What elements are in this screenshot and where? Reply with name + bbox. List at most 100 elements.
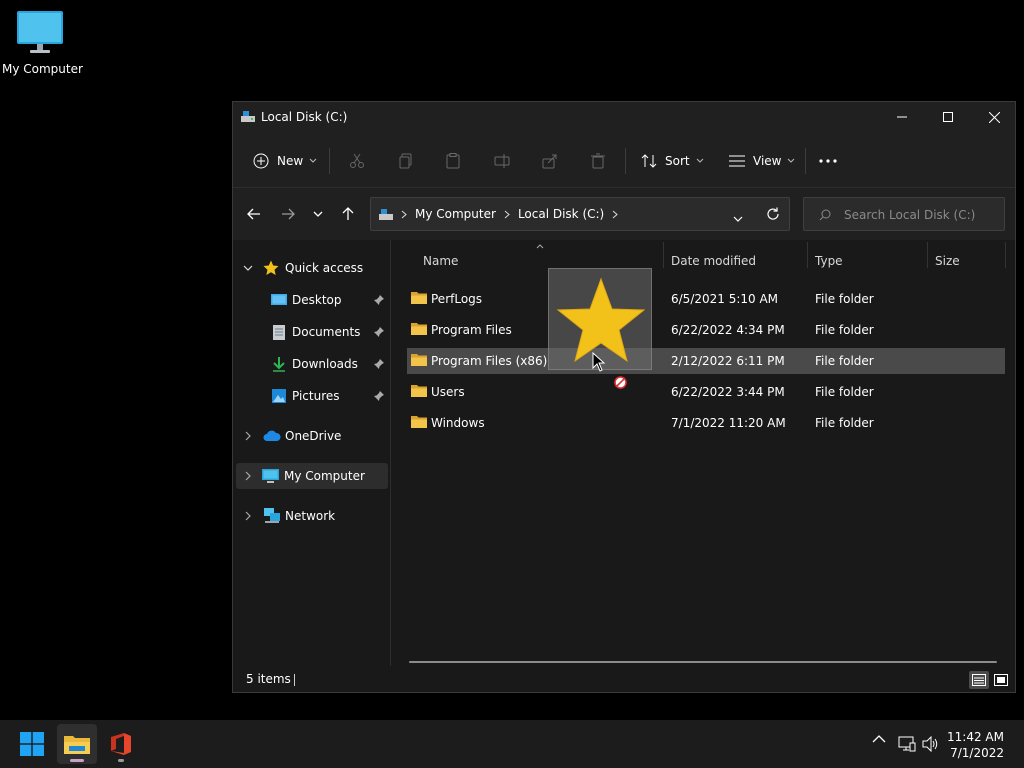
taskbar: 11:42 AM 7/1/2022: [0, 720, 1024, 768]
details-view-button[interactable]: [969, 671, 989, 689]
nav-item-network[interactable]: Network: [233, 503, 389, 529]
clock[interactable]: 11:42 AM 7/1/2022: [947, 729, 1004, 761]
file-type: File folder: [815, 292, 874, 306]
file-name: Windows: [431, 416, 485, 430]
recent-locations-button[interactable]: [307, 204, 329, 224]
up-button[interactable]: [337, 204, 359, 224]
status-bar: 5 items: [233, 668, 1015, 692]
nav-item-quick-access[interactable]: Quick access: [233, 255, 389, 281]
folder-icon: [411, 354, 427, 366]
file-name: Users: [431, 385, 465, 399]
pin-icon: [374, 359, 384, 369]
nav-label-my-computer: My Computer: [284, 469, 365, 483]
chevron-down-icon: [243, 265, 253, 271]
maximize-button[interactable]: [925, 102, 971, 132]
file-list: Name Date modified Type Size PerfLogs 6/5…: [407, 240, 1006, 670]
more-options-button[interactable]: [819, 150, 837, 172]
item-count: 5 items: [246, 672, 291, 686]
start-button[interactable]: [12, 724, 52, 764]
file-name: Program Files: [431, 323, 512, 337]
search-box[interactable]: Search Local Disk (C:): [803, 197, 1005, 231]
nav-item-onedrive[interactable]: OneDrive: [233, 423, 389, 449]
column-header-size[interactable]: Size: [933, 248, 1003, 274]
explorer-window: Local Disk (C:) New Sort View My Compute…: [232, 101, 1016, 693]
nav-item-my-computer[interactable]: My Computer: [236, 463, 388, 489]
taskbar-office[interactable]: [101, 724, 141, 764]
column-header-type[interactable]: Type: [813, 248, 923, 274]
office-icon: [111, 733, 131, 755]
file-type: File folder: [815, 354, 874, 368]
column-header-date[interactable]: Date modified: [669, 248, 809, 274]
nav-item-documents[interactable]: Documents: [233, 319, 389, 345]
sort-icon: [641, 154, 657, 168]
mouse-cursor-icon: [592, 352, 606, 372]
view-button[interactable]: View: [729, 150, 795, 172]
windows-logo-icon: [20, 732, 44, 756]
close-button[interactable]: [971, 102, 1017, 132]
copy-button[interactable]: [398, 150, 414, 172]
file-name: PerfLogs: [431, 292, 483, 306]
nav-label-downloads: Downloads: [292, 357, 358, 371]
nav-item-desktop[interactable]: Desktop: [233, 287, 389, 313]
table-row[interactable]: Windows 7/1/2022 11:20 AM File folder: [407, 410, 1005, 436]
table-row[interactable]: Program Files (x86) 2/12/2022 6:11 PM File…: [407, 348, 1005, 374]
pin-icon: [374, 295, 384, 305]
view-label: View: [753, 154, 782, 168]
back-button[interactable]: [243, 204, 265, 224]
table-row[interactable]: Program Files 6/22/2022 4:34 PM File folde…: [407, 317, 1005, 343]
rename-button[interactable]: [494, 150, 510, 172]
breadcrumb-local-disk[interactable]: Local Disk (C:): [518, 207, 604, 221]
nav-item-downloads[interactable]: Downloads: [233, 351, 389, 377]
refresh-button[interactable]: [766, 207, 780, 224]
folder-icon: [411, 323, 427, 335]
chevron-down-icon: [788, 158, 795, 163]
arrow-left-icon: [247, 208, 260, 220]
desktop-icon-my-computer[interactable]: My Computer: [2, 10, 83, 76]
file-date: 2/12/2022 6:11 PM: [671, 354, 785, 368]
network-status-icon[interactable]: [898, 736, 916, 752]
plus-circle-icon: [253, 153, 269, 169]
paste-button[interactable]: [445, 150, 461, 172]
window-title: Local Disk (C:): [261, 110, 348, 124]
share-button[interactable]: [542, 150, 558, 172]
file-date: 7/1/2022 11:20 AM: [671, 416, 786, 430]
monitor-icon: [262, 468, 279, 483]
show-hidden-icons-icon[interactable]: [872, 734, 886, 744]
document-icon: [273, 324, 285, 340]
chevron-down-icon: [309, 158, 317, 163]
file-type: File folder: [815, 323, 874, 337]
chevron-down-icon: [313, 211, 323, 217]
tiles-view-button[interactable]: [991, 671, 1011, 689]
star-icon: [263, 260, 279, 275]
navigation-row: My Computer Local Disk (C:) Search Local…: [233, 188, 1015, 240]
address-history-button[interactable]: [733, 211, 743, 225]
horizontal-scrollbar[interactable]: [409, 661, 997, 663]
list-view-icon: [729, 155, 745, 167]
delete-button[interactable]: [590, 150, 606, 172]
trash-icon: [591, 153, 605, 169]
rename-icon: [494, 154, 510, 168]
table-row[interactable]: Users 6/22/2022 3:44 PM File folder: [407, 379, 1005, 405]
table-row[interactable]: PerfLogs 6/5/2021 5:10 AM File folder: [407, 286, 1005, 312]
cut-button[interactable]: [349, 150, 365, 172]
new-button[interactable]: New: [253, 150, 317, 172]
taskbar-file-explorer[interactable]: [57, 724, 97, 764]
title-bar[interactable]: Local Disk (C:): [233, 102, 1015, 132]
folder-icon: [411, 416, 427, 428]
sort-button[interactable]: Sort: [641, 150, 704, 172]
drive-icon: [241, 110, 255, 125]
folder-icon: [411, 385, 427, 397]
nav-label-documents: Documents: [292, 325, 361, 339]
desktop-folder-icon: [271, 294, 287, 305]
forward-button[interactable]: [277, 204, 299, 224]
file-date: 6/5/2021 5:10 AM: [671, 292, 779, 306]
sort-label: Sort: [665, 154, 690, 168]
volume-icon[interactable]: [922, 736, 940, 752]
nav-label-quick-access: Quick access: [285, 261, 364, 275]
minimize-button[interactable]: [879, 102, 925, 132]
nav-item-pictures[interactable]: Pictures: [233, 383, 389, 409]
sort-ascending-icon: [536, 244, 544, 249]
address-bar[interactable]: My Computer Local Disk (C:): [370, 197, 790, 231]
folder-icon: [64, 736, 90, 754]
breadcrumb-my-computer[interactable]: My Computer: [415, 207, 496, 221]
